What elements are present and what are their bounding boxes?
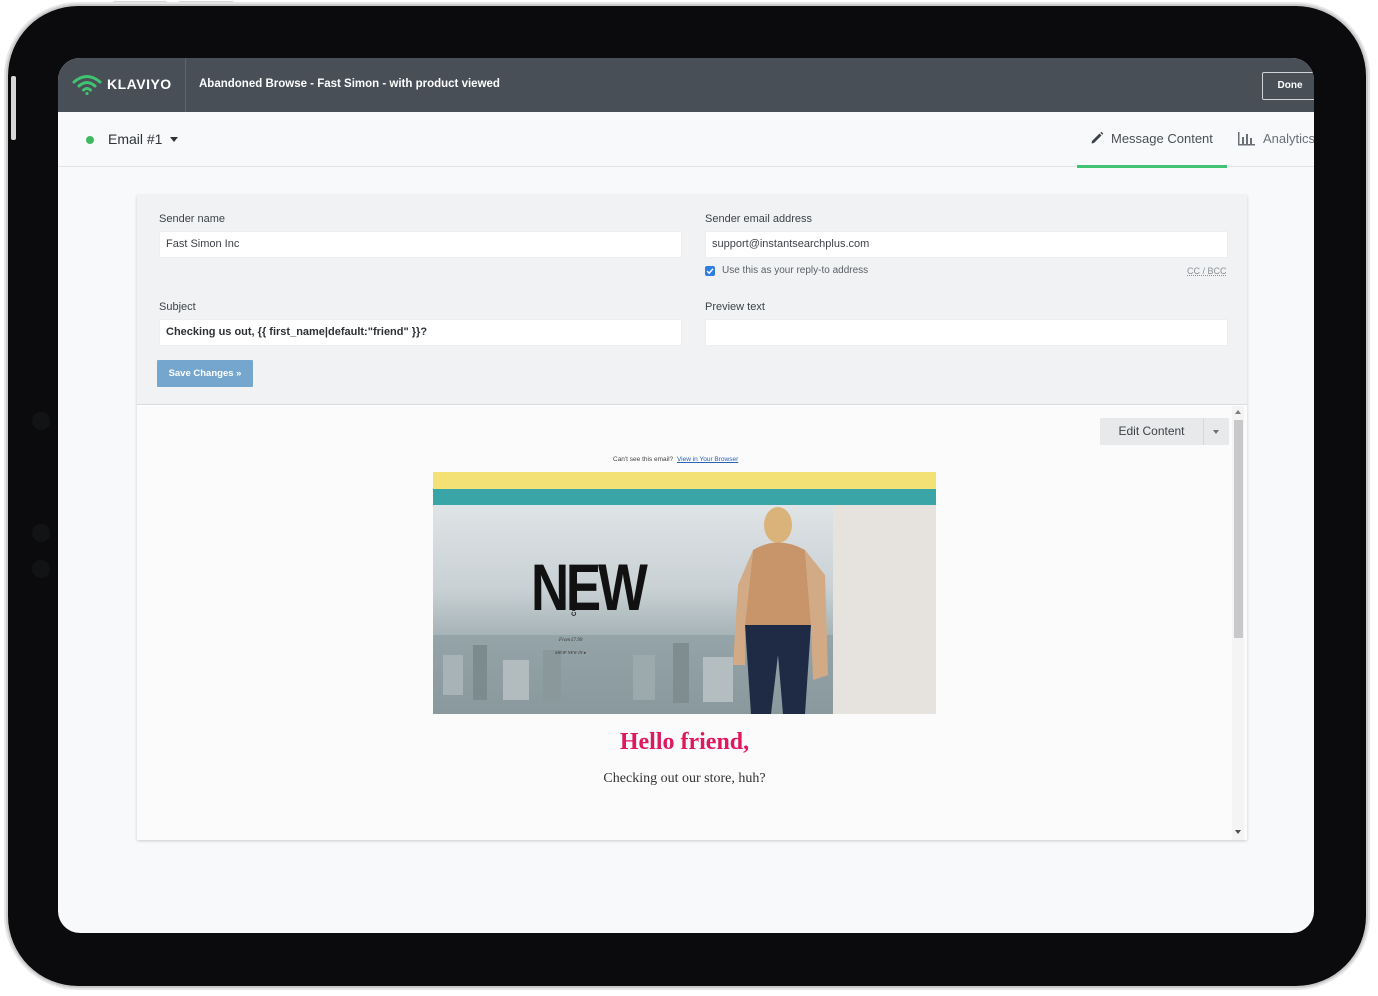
edit-content-dropdown[interactable] — [1204, 418, 1229, 445]
hero-banner: NEW COLLECTION From £7.99 SHOP NEW IN ▸ — [433, 472, 936, 714]
wifi-logo-icon — [72, 75, 102, 95]
hero-headline: NEW — [531, 550, 648, 624]
tab-analytics[interactable]: Analytics — [1238, 112, 1314, 167]
tab-label: Analytics — [1263, 131, 1314, 146]
subject-input[interactable]: Checking us out, {{ first_name|default:"… — [159, 319, 682, 346]
save-changes-button[interactable]: Save Changes » — [157, 360, 253, 387]
klaviyo-logo[interactable]: KLAVIYO — [72, 73, 172, 95]
done-button[interactable]: Done — [1262, 72, 1314, 100]
edit-content-button[interactable]: Edit Content — [1100, 418, 1204, 445]
device-sensor — [32, 412, 50, 430]
flow-title: Abandoned Browse - Fast Simon - with pro… — [199, 78, 500, 90]
app-screen: KLAVIYO Abandoned Browse - Fast Simon - … — [58, 58, 1314, 933]
chevron-down-icon[interactable] — [170, 137, 178, 142]
hero-price-text: From £7.99 — [559, 638, 583, 643]
cityscape-image — [433, 505, 936, 714]
email-preview: Edit Content Can't see this email? View … — [137, 406, 1247, 840]
preview-text-input[interactable] — [705, 319, 1228, 346]
logo-text: KLAVIYO — [107, 76, 172, 92]
topbar-divider — [185, 58, 186, 112]
hero-collection-text: COLLECTION — [572, 572, 578, 616]
subject-label: Subject — [159, 301, 196, 313]
cc-bcc-link[interactable]: CC / BCC — [1187, 266, 1227, 276]
hero-city-image — [433, 505, 936, 714]
device-side-button — [11, 76, 16, 140]
device-power-button — [178, 1, 234, 5]
chevron-down-icon — [1213, 430, 1219, 434]
tab-label: Message Content — [1111, 131, 1213, 146]
message-settings-form: Sender name Fast Simon Inc Sender email … — [137, 195, 1247, 405]
sender-name-input[interactable]: Fast Simon Inc — [159, 231, 682, 258]
tab-message-content[interactable]: Message Content — [1077, 112, 1227, 168]
reply-to-checkbox[interactable] — [705, 266, 715, 276]
bar-chart-icon — [1238, 132, 1255, 146]
device-sensor — [32, 524, 50, 542]
email-body-text: Checking out our store, huh? — [603, 771, 766, 786]
device-sensor — [32, 560, 50, 578]
device-volume-button — [113, 1, 167, 5]
browser-view-notice: Can't see this email? View in Your Brows… — [433, 456, 933, 463]
preview-text-label: Preview text — [705, 301, 765, 313]
scroll-up-icon[interactable] — [1235, 410, 1241, 414]
checkmark-icon — [706, 268, 714, 275]
scroll-down-icon[interactable] — [1235, 830, 1241, 834]
sender-email-label: Sender email address — [705, 213, 813, 225]
active-tab-indicator — [1077, 165, 1227, 168]
hero-shop-link[interactable]: SHOP NEW IN ▸ — [555, 650, 586, 656]
email-selector[interactable]: Email #1 — [108, 131, 162, 147]
cant-see-text: Can't see this email? — [613, 456, 674, 463]
message-subheader: Email #1 Message Content Analytics — [58, 112, 1314, 168]
sender-name-label: Sender name — [159, 213, 226, 225]
email-greeting: Hello friend, — [619, 729, 750, 755]
reply-to-label[interactable]: Use this as your reply-to address — [722, 265, 868, 276]
status-live-indicator — [86, 136, 94, 144]
message-card: Sender name Fast Simon Inc Sender email … — [137, 195, 1247, 840]
scrollbar-thumb[interactable] — [1234, 420, 1243, 638]
sender-email-input[interactable]: support@instantsearchplus.com — [705, 231, 1228, 258]
pencil-icon — [1091, 131, 1104, 144]
view-in-browser-link[interactable]: View in Your Browser — [677, 456, 738, 463]
teal-stripe — [433, 489, 936, 505]
top-bar: KLAVIYO Abandoned Browse - Fast Simon - … — [58, 58, 1314, 112]
yellow-stripe — [433, 472, 936, 489]
